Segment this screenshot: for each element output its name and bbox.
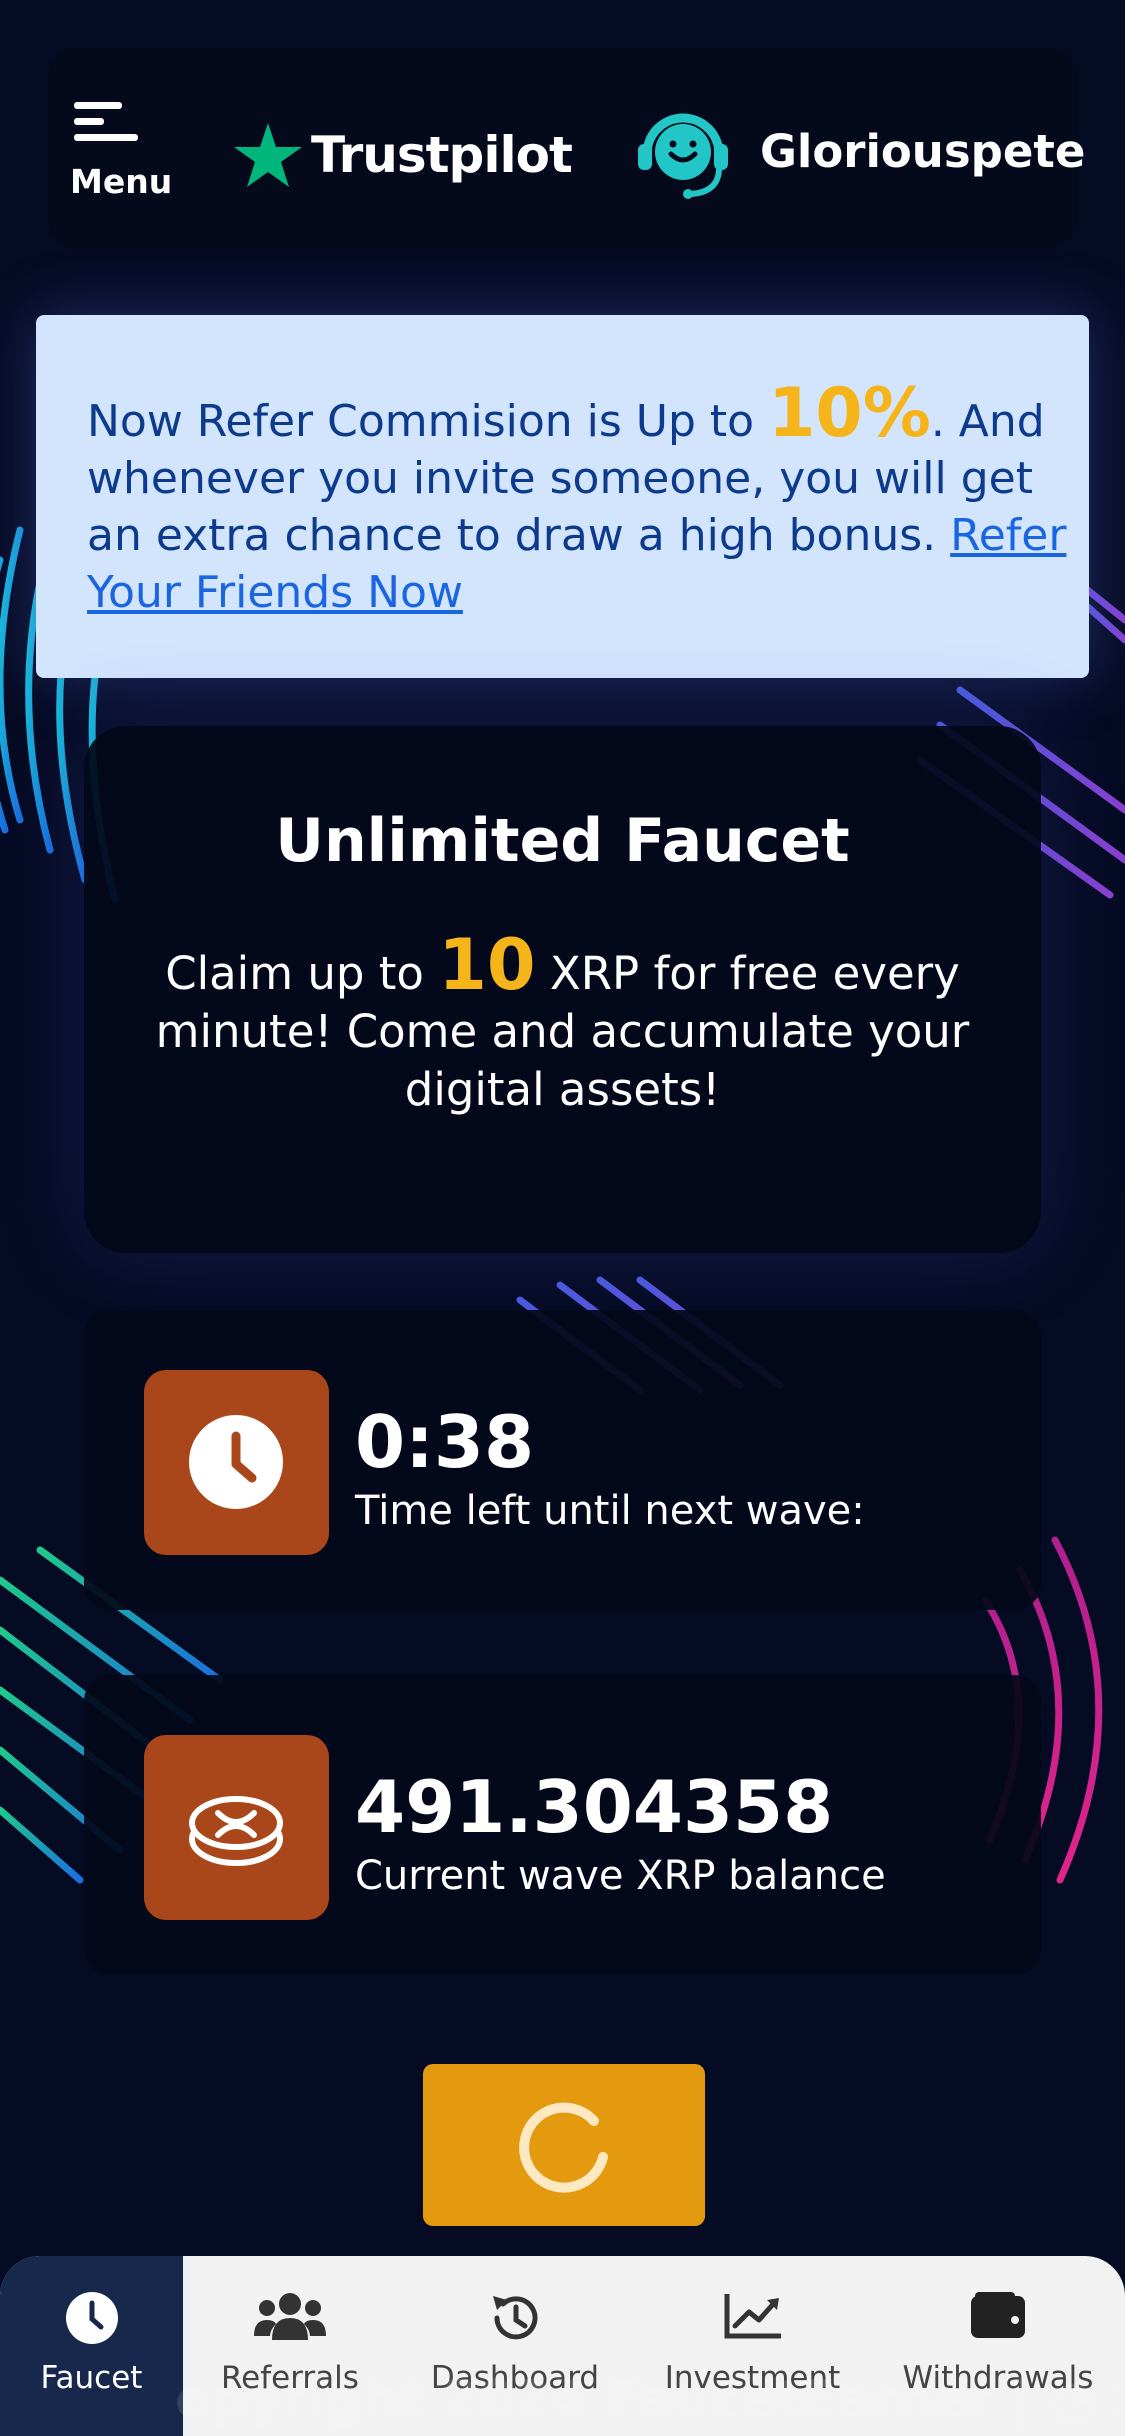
nav-item-faucet[interactable]: Faucet: [0, 2256, 183, 2436]
history-icon: [493, 2296, 538, 2340]
trustpilot-link[interactable]: Trustpilot: [233, 115, 573, 195]
coin-icon: [189, 1796, 283, 1866]
timer-value: 0:38: [355, 1400, 535, 1484]
trustpilot-star-icon: [234, 123, 302, 187]
timer-label: Time left until next wave:: [355, 1488, 865, 1534]
balance-label: Current wave XRP balance: [355, 1853, 886, 1899]
commission-percent: 10%: [768, 374, 931, 453]
faucet-info-card: Unlimited Faucet Claim up to 10 XRP for …: [84, 726, 1041, 1253]
notice-text: Now Refer Commision is Up to 10%. And wh…: [87, 380, 1067, 621]
balance-value: 491.304358: [355, 1765, 834, 1849]
headset-icon: [638, 113, 728, 199]
loading-spinner-icon: [519, 2102, 608, 2193]
notice-text-start: Now Refer Commision is Up to: [87, 396, 769, 447]
referral-notice: Now Refer Commision is Up to 10%. And wh…: [36, 315, 1089, 678]
footer-copyright: opyright 2024 FaucetEarner | ◔ Server Ti…: [175, 2370, 1125, 2430]
faucet-amount: 10: [438, 924, 536, 1006]
username: Gloriouspete: [760, 125, 1086, 178]
menu-label: Menu: [70, 162, 173, 201]
timer-icon-box: [144, 1370, 329, 1555]
clock-icon: [65, 2292, 118, 2344]
trustpilot-label: Trustpilot: [311, 126, 573, 184]
chart-line-icon: [724, 2294, 781, 2339]
balance-card: 491.304358 Current wave XRP balance: [84, 1675, 1041, 1975]
faucet-title: Unlimited Faucet: [275, 806, 850, 876]
support-button[interactable]: [633, 102, 733, 202]
nav-label-faucet: Faucet: [40, 2360, 143, 2396]
users-icon: [254, 2293, 326, 2340]
balance-icon-box: [144, 1735, 329, 1920]
faucet-desc-start: Claim up to: [165, 947, 439, 1000]
claim-button[interactable]: [423, 2064, 705, 2226]
timer-card: 0:38 Time left until next wave:: [84, 1310, 1041, 1610]
faucet-description: Claim up to 10 XRP for free every minute…: [154, 930, 971, 1119]
clock-icon: [189, 1415, 283, 1509]
wallet-icon: [971, 2292, 1025, 2338]
menu-button[interactable]: Menu: [70, 102, 180, 212]
header-bar: Menu Trustpilot Gloriouspete: [48, 47, 1085, 249]
